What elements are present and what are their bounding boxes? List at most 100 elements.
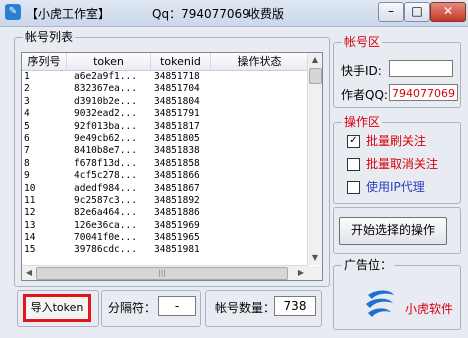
maximize-button[interactable]: □ (404, 2, 430, 22)
cell-tokenid: 34851892 (154, 194, 200, 206)
cell-token: 9c2587c3... (74, 194, 137, 206)
account-count-label: 帐号数量： (215, 301, 276, 315)
window-qq-text: Qq：794077069 (152, 7, 250, 21)
cell-token: 8410b8e7... (74, 145, 137, 157)
swirl-logo-icon (366, 290, 394, 317)
operation-panel-title: 操作区 (342, 115, 383, 129)
table-row[interactable]: 15 39786cdc... 34851981 (22, 244, 308, 256)
table-row[interactable]: 14 70041f0e... 34851965 (22, 232, 308, 244)
scroll-left-arrow-icon[interactable]: ◀ (22, 266, 36, 280)
separator-label: 分隔符： (108, 301, 157, 315)
checkbox-batch-unfollow[interactable] (347, 158, 360, 171)
table-row[interactable]: 8 f678f13d... 34851858 (22, 158, 308, 170)
cell-token: 82e6a464... (74, 207, 137, 219)
scroll-down-arrow-icon[interactable]: ▼ (308, 251, 322, 265)
table-row[interactable]: 5 92f013ba... 34851817 (22, 121, 308, 133)
column-header-seq[interactable]: 序列号 (22, 53, 67, 70)
close-button[interactable]: ✕ (430, 2, 466, 22)
cell-token: 92f013ba... (74, 120, 137, 132)
cell-token: 70041f0e... (74, 232, 137, 244)
cell-seq: 13 (24, 219, 36, 231)
cell-tokenid: 34851981 (154, 244, 200, 256)
account-count-field: 738 (274, 296, 316, 316)
cell-token: adedf984... (74, 182, 137, 194)
cell-tokenid: 34851858 (154, 157, 200, 169)
table-row[interactable]: 11 9c2587c3... 34851892 (22, 195, 308, 207)
cell-seq: 1 (24, 71, 30, 82)
start-operation-button[interactable]: 开始选择的操作 (339, 217, 447, 245)
cell-seq: 9 (24, 170, 30, 182)
cell-token: f678f13d... (74, 157, 137, 169)
cell-tokenid: 34851886 (154, 207, 200, 219)
title-bar: ✎ 【小虎工作室】 Qq：794077069 收费版 – □ ✕ (0, 0, 468, 27)
table-row[interactable]: 7 8410b8e7... 34851838 (22, 145, 308, 157)
separator-input[interactable]: - (158, 296, 196, 316)
column-header-token[interactable]: token (67, 53, 151, 70)
account-panel-title: 帐号区 (342, 35, 383, 49)
table-row[interactable]: 2 832367ea... 34851704 (22, 83, 308, 95)
cell-seq: 4 (24, 108, 30, 120)
vertical-scrollbar[interactable]: ▲ ▼ (307, 53, 322, 265)
scroll-grip-icon: ||| (158, 269, 166, 277)
scroll-right-arrow-icon[interactable]: ▶ (294, 266, 308, 280)
cell-token: 832367ea... (74, 83, 137, 95)
cell-token: 9032ead2... (74, 108, 137, 120)
cell-seq: 10 (24, 182, 36, 194)
cell-tokenid: 34851791 (154, 108, 200, 120)
cell-seq: 11 (24, 194, 36, 206)
table-row[interactable]: 10 adedf984... 34851867 (22, 183, 308, 195)
minimize-button[interactable]: – (378, 2, 404, 22)
cell-tokenid: 34851804 (154, 95, 200, 107)
cell-tokenid: 34851867 (154, 182, 200, 194)
option-batch-follow-label: 批量刷关注 (366, 134, 427, 148)
window-title: 【小虎工作室】 (26, 7, 111, 21)
column-header-tokenid[interactable]: tokenid (151, 53, 211, 70)
import-token-button[interactable]: 导入token (23, 294, 91, 322)
cell-seq: 7 (24, 145, 30, 157)
author-qq-field: 794077069 (389, 84, 458, 101)
cell-seq: 6 (24, 132, 30, 144)
cell-tokenid: 34851838 (154, 145, 200, 157)
cell-token: 126e36ca... (74, 219, 137, 231)
cell-seq: 15 (24, 244, 36, 256)
table-row[interactable]: 1 a6e2a9f1... 34851718 (22, 71, 308, 83)
table-row[interactable]: 9 4cf5c278... 34851866 (22, 170, 308, 182)
table-row[interactable]: 12 82e6a464... 34851886 (22, 207, 308, 219)
cell-token: 9e49cb62... (74, 132, 137, 144)
author-qq-label: 作者QQ: (341, 88, 388, 102)
scrollbar-corner (308, 266, 322, 280)
window-edition: 收费版 (248, 7, 285, 21)
table-row[interactable]: 6 9e49cb62... 34851805 (22, 133, 308, 145)
kuaishou-id-label: 快手ID: (341, 64, 382, 78)
list-header: 序列号 token tokenid 操作状态 (22, 53, 309, 71)
vertical-scroll-thumb[interactable] (309, 68, 322, 84)
option-batch-unfollow-label: 批量取消关注 (366, 157, 439, 171)
cell-tokenid: 34851866 (154, 170, 200, 182)
account-list-title: 帐号列表 (23, 30, 76, 44)
table-row[interactable]: 4 9032ead2... 34851791 (22, 108, 308, 120)
checkbox-batch-follow[interactable]: ✓ (347, 135, 360, 148)
horizontal-scrollbar[interactable]: ◀ ||| ▶ (22, 265, 308, 280)
table-row[interactable]: 13 126e36ca... 34851969 (22, 220, 308, 232)
cell-token: d3910b2e... (74, 95, 137, 107)
ad-panel-title: 广告位： (342, 258, 395, 272)
cell-token: a6e2a9f1... (74, 71, 137, 82)
scroll-up-arrow-icon[interactable]: ▲ (308, 53, 322, 67)
ad-brand-text: 小虎软件 (405, 302, 454, 316)
account-list-view[interactable]: 序列号 token tokenid 操作状态 1 a6e2a9f1... 34851… (21, 52, 323, 281)
cell-seq: 3 (24, 95, 30, 107)
cell-seq: 14 (24, 232, 36, 244)
column-header-status[interactable]: 操作状态 (211, 53, 309, 70)
checkbox-use-proxy[interactable] (347, 181, 360, 194)
horizontal-scroll-thumb[interactable]: ||| (36, 267, 288, 280)
option-use-proxy-label: 使用IP代理 (366, 180, 425, 194)
cell-token: 39786cdc... (74, 244, 137, 256)
kuaishou-id-input[interactable] (389, 60, 453, 77)
cell-tokenid: 34851969 (154, 219, 200, 231)
cell-tokenid: 34851704 (154, 83, 200, 95)
cell-tokenid: 34851805 (154, 132, 200, 144)
table-row[interactable]: 3 d3910b2e... 34851804 (22, 96, 308, 108)
list-rows: 1 a6e2a9f1... 34851718 2 832367ea... 34851704… (22, 71, 308, 257)
app-icon: ✎ (5, 4, 21, 20)
cell-seq: 12 (24, 207, 36, 219)
